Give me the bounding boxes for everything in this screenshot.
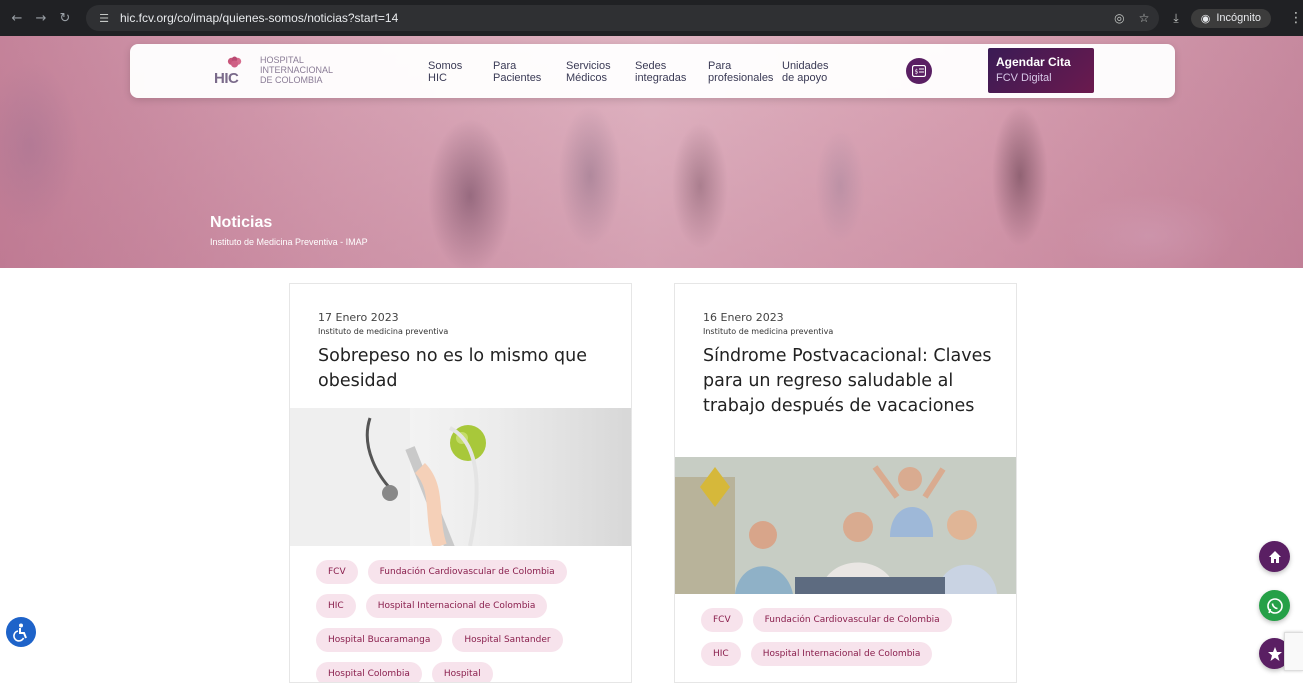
home-button[interactable] (1259, 541, 1290, 572)
forward-icon[interactable]: → (30, 7, 52, 29)
svg-text:$: $ (915, 69, 919, 76)
menu-item-line: Pacientes (493, 72, 542, 84)
tag-list: FCV Fundación Cardiovascular de Colombia… (316, 560, 616, 682)
article-image[interactable] (675, 457, 1016, 594)
reload-icon[interactable]: ↻ (54, 7, 76, 29)
menu-item-line: integradas (635, 72, 687, 84)
tag-chip[interactable]: Hospital Bucaramanga (316, 628, 443, 652)
hospital-logo[interactable]: HIC HOSPITAL INTERNACIONAL DE COLOMBIA (214, 54, 333, 87)
logo-mark: HIC (214, 54, 252, 87)
article-category: Instituto de medicina preventiva (703, 327, 834, 336)
article-category: Instituto de medicina preventiva (318, 327, 449, 336)
incognito-icon: ◉ (1200, 12, 1211, 25)
news-card[interactable]: 16 Enero 2023 Instituto de medicina prev… (674, 283, 1017, 683)
menu-item-unidades-de-apoyo[interactable]: Unidades de apoyo (782, 60, 862, 84)
tag-chip[interactable]: Fundación Cardiovascular de Colombia (367, 560, 567, 584)
eye-off-icon[interactable]: ◎ (1114, 11, 1124, 25)
favorite-icon (1267, 646, 1282, 661)
accessibility-icon (13, 623, 27, 642)
logo-text: HOSPITAL INTERNACIONAL DE COLOMBIA (260, 55, 333, 85)
cta-subtitle: FCV Digital (996, 72, 1052, 84)
tag-chip[interactable]: Hospital Internacional de Colombia (365, 594, 548, 618)
incognito-label: Incógnito (1216, 12, 1261, 24)
article-date: 17 Enero 2023 (318, 311, 399, 324)
kebab-menu-icon[interactable]: ⋮ (1289, 10, 1303, 26)
payment-button[interactable]: $ (906, 58, 932, 84)
menu-item-line: Unidades (782, 60, 829, 72)
recaptcha-badge[interactable] (1284, 632, 1303, 671)
tag-chip[interactable]: HIC (701, 642, 741, 666)
hero-banner: HIC HOSPITAL INTERNACIONAL DE COLOMBIA S… (0, 36, 1303, 268)
menu-item-para-pacientes[interactable]: Para Pacientes (493, 60, 541, 84)
menu-item-line: Para (493, 60, 517, 72)
menu-item-line: Médicos (566, 72, 607, 84)
news-card[interactable]: 17 Enero 2023 Instituto de medicina prev… (289, 283, 632, 683)
whatsapp-icon (1266, 597, 1283, 614)
tag-chip[interactable]: FCV (316, 560, 358, 584)
back-icon[interactable]: ← (6, 7, 28, 29)
payment-icon: $ (912, 65, 926, 77)
tag-chip[interactable]: Hospital (431, 662, 493, 682)
tag-chip[interactable]: HIC (316, 594, 356, 618)
agendar-cita-button[interactable]: Agendar Cita FCV Digital (988, 48, 1094, 93)
download-icon[interactable]: ⤓ (1173, 11, 1178, 26)
article-title[interactable]: Síndrome Postvacacional: Claves para un … (703, 344, 1003, 419)
tag-chip[interactable]: Hospital Santander (452, 628, 563, 652)
tag-chip[interactable]: Hospital Colombia (316, 662, 422, 682)
menu-item-servicios-medicos[interactable]: Servicios Médicos (566, 60, 611, 84)
browser-nav: ← → ↻ (6, 7, 76, 29)
article-image[interactable] (290, 408, 631, 550)
menu-item-somos-hic[interactable]: Somos HIC (428, 60, 462, 84)
logo-abbr: HIC (214, 70, 239, 87)
tag-chip[interactable]: Hospital Internacional de Colombia (750, 642, 933, 666)
tag-chip[interactable]: Fundación Cardiovascular de Colombia (752, 608, 952, 632)
tag-chip[interactable]: FCV (701, 608, 743, 632)
accessibility-button[interactable] (6, 617, 36, 647)
logo-line-3: DE COLOMBIA (260, 75, 323, 85)
doctor-apple-illustration (290, 408, 486, 550)
menu-item-line: Servicios (566, 60, 611, 72)
menu-item-line: HIC (428, 72, 447, 84)
url-text[interactable]: hic.fcv.org/co/imap/quienes-somos/notici… (120, 11, 1114, 25)
logo-line-1: HOSPITAL (260, 55, 304, 65)
menu-item-line: de apoyo (782, 72, 828, 84)
office-team-illustration (675, 457, 1016, 594)
main-navbar: HIC HOSPITAL INTERNACIONAL DE COLOMBIA S… (130, 44, 1175, 98)
article-date: 16 Enero 2023 (703, 311, 784, 324)
site-settings-icon[interactable]: ☰ (96, 10, 112, 26)
page-subtitle: Instituto de Medicina Preventiva - IMAP (210, 237, 368, 247)
address-bar[interactable]: ☰ hic.fcv.org/co/imap/quienes-somos/noti… (86, 5, 1160, 31)
menu-item-line: Sedes (635, 60, 667, 72)
incognito-badge[interactable]: ◉ Incógnito (1190, 8, 1271, 28)
cta-title: Agendar Cita (996, 55, 1071, 69)
star-icon[interactable]: ☆ (1139, 11, 1150, 25)
home-icon (1268, 550, 1281, 563)
article-title[interactable]: Sobrepeso no es lo mismo que obesidad (318, 344, 618, 394)
tag-list: FCV Fundación Cardiovascular de Colombia… (701, 608, 1001, 666)
whatsapp-button[interactable] (1259, 590, 1290, 621)
menu-item-sedes-integradas[interactable]: Sedes integradas (635, 60, 686, 84)
page-title: Noticias (210, 214, 273, 231)
logo-line-2: INTERNACIONAL (260, 65, 334, 75)
menu-item-line: Somos (428, 60, 463, 72)
browser-toolbar: ← → ↻ ☰ hic.fcv.org/co/imap/quienes-somo… (0, 0, 1303, 36)
